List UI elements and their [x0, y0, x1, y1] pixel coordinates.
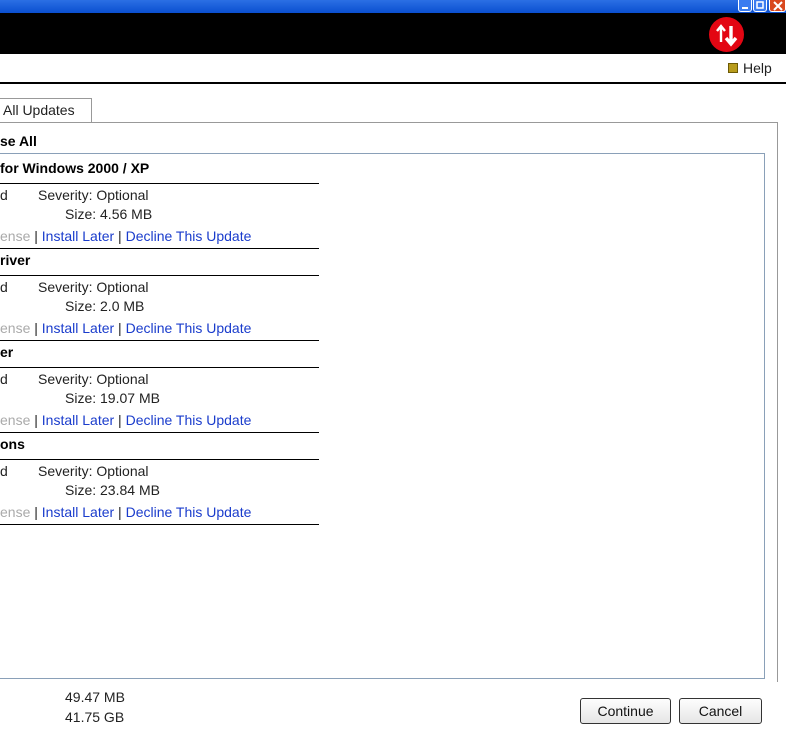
update-logo-icon — [709, 17, 744, 52]
install-later-link[interactable]: Install Later — [42, 412, 114, 428]
update-item: er d Severity: Optional Size: 19.07 MB e… — [0, 344, 320, 434]
close-icon[interactable] — [769, 0, 786, 12]
update-actions: ense | Install Later | Decline This Upda… — [0, 504, 251, 520]
tab-label: All Updates — [3, 102, 75, 118]
separator: | — [30, 228, 42, 244]
install-later-link[interactable]: Install Later — [42, 504, 114, 520]
update-status: d — [0, 463, 8, 479]
decline-update-link[interactable]: Decline This Update — [126, 504, 252, 520]
divider — [0, 524, 319, 525]
separator: | — [30, 412, 42, 428]
update-severity: Severity: Optional — [38, 279, 149, 295]
divider — [0, 248, 319, 249]
separator: | — [114, 504, 126, 520]
header-bar — [0, 13, 786, 54]
divider — [0, 183, 319, 184]
free-disk-space: 41.75 GB — [65, 709, 125, 725]
cancel-button[interactable]: Cancel — [679, 698, 762, 724]
help-bar: Help — [0, 54, 786, 84]
update-severity: Severity: Optional — [38, 371, 149, 387]
separator: | — [30, 320, 42, 336]
divider — [0, 340, 319, 341]
update-size: Size: 19.07 MB — [65, 390, 160, 406]
total-download-size: 49.47 MB — [65, 689, 125, 705]
separator: | — [114, 320, 126, 336]
update-item: river d Severity: Optional Size: 2.0 MB … — [0, 252, 320, 342]
divider — [0, 432, 319, 433]
install-later-link[interactable]: Install Later — [42, 228, 114, 244]
update-status: d — [0, 279, 8, 295]
install-later-link[interactable]: Install Later — [42, 320, 114, 336]
collapse-all-link[interactable]: se All — [0, 133, 37, 149]
divider — [0, 367, 319, 368]
separator: | — [114, 412, 126, 428]
update-item: for Windows 2000 / XP d Severity: Option… — [0, 160, 320, 250]
separator: | — [114, 228, 126, 244]
separator: | — [30, 504, 42, 520]
update-size: Size: 4.56 MB — [65, 206, 153, 222]
tab-all-updates[interactable]: All Updates — [0, 98, 92, 122]
license-link[interactable]: ense — [0, 412, 30, 428]
update-title[interactable]: er — [0, 344, 13, 360]
divider — [0, 275, 319, 276]
update-title[interactable]: for Windows 2000 / XP — [0, 160, 149, 176]
update-size: Size: 2.0 MB — [65, 298, 145, 314]
decline-update-link[interactable]: Decline This Update — [126, 412, 252, 428]
continue-button[interactable]: Continue — [580, 698, 671, 724]
window-title-bar — [0, 0, 786, 13]
license-link[interactable]: ense — [0, 320, 30, 336]
license-link[interactable]: ense — [0, 504, 30, 520]
decline-update-link[interactable]: Decline This Update — [126, 228, 252, 244]
update-actions: ense | Install Later | Decline This Upda… — [0, 412, 251, 428]
update-title[interactable]: river — [0, 252, 30, 268]
update-severity: Severity: Optional — [38, 187, 149, 203]
update-actions: ense | Install Later | Decline This Upda… — [0, 228, 251, 244]
update-severity: Severity: Optional — [38, 463, 149, 479]
help-link[interactable]: Help — [743, 60, 772, 76]
update-item: ons d Severity: Optional Size: 23.84 MB … — [0, 436, 320, 526]
decline-update-link[interactable]: Decline This Update — [126, 320, 252, 336]
update-status: d — [0, 187, 8, 203]
license-link[interactable]: ense — [0, 228, 30, 244]
update-status: d — [0, 371, 8, 387]
update-size: Size: 23.84 MB — [65, 482, 160, 498]
minimize-icon[interactable] — [738, 0, 752, 12]
divider — [0, 459, 319, 460]
help-icon[interactable] — [728, 63, 738, 73]
maximize-icon[interactable] — [753, 0, 767, 12]
update-actions: ense | Install Later | Decline This Upda… — [0, 320, 251, 336]
update-title[interactable]: ons — [0, 436, 25, 452]
